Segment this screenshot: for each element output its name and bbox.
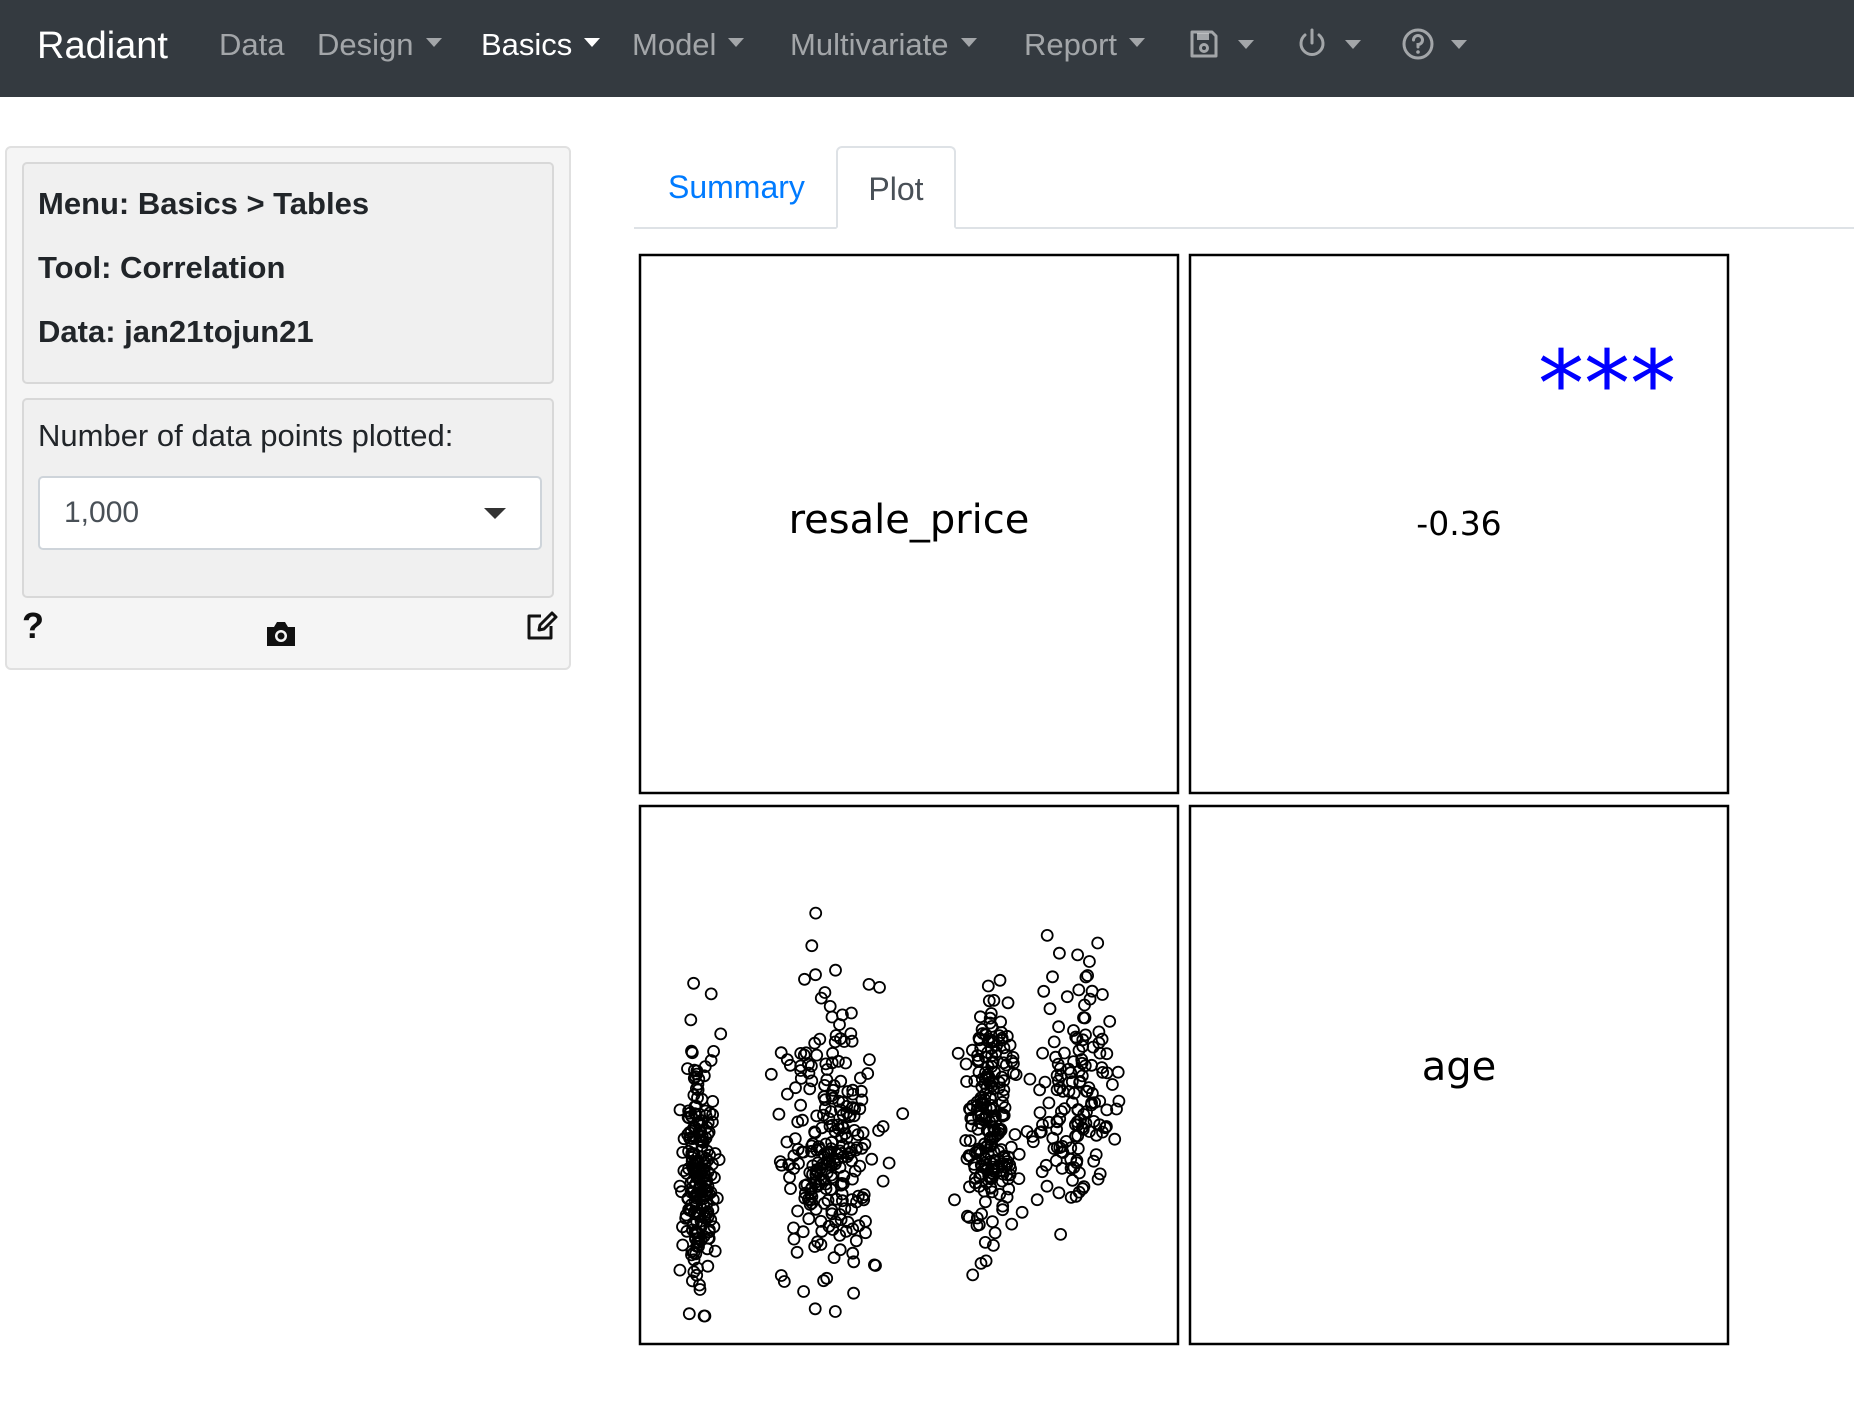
- brand-logo[interactable]: Radiant: [37, 0, 168, 97]
- options-well: Number of data points plotted: 1,000: [22, 398, 554, 598]
- chevron-down-icon: [584, 38, 601, 48]
- nav-power[interactable]: [1295, 24, 1361, 64]
- tool-name: Tool: Correlation: [38, 250, 286, 285]
- nav-save[interactable]: [1188, 24, 1254, 64]
- help-icon[interactable]: ?: [22, 606, 44, 646]
- result-tabs: Summary Plot: [634, 146, 1854, 229]
- correlation-plot: resale_price age -0.36 ***: [634, 248, 1854, 1416]
- chevron-down-icon: [1345, 39, 1361, 49]
- significance-stars: ***: [1538, 331, 1676, 438]
- points-select[interactable]: 1,000: [38, 476, 542, 550]
- tab-plot[interactable]: Plot: [836, 146, 956, 229]
- correlation-matrix-svg: resale_price age -0.36 ***: [638, 253, 1730, 1346]
- chevron-down-icon: [1238, 39, 1254, 49]
- correlation-value: -0.36: [1416, 504, 1501, 543]
- menu-path: Menu: Basics > Tables: [38, 186, 370, 221]
- dataset-name: Data: jan21tojun21: [38, 314, 314, 349]
- nav-multivariate[interactable]: Multivariate: [790, 0, 977, 97]
- chevron-down-icon: [1451, 39, 1467, 49]
- edit-icon[interactable]: [525, 608, 559, 647]
- camera-icon[interactable]: [264, 620, 298, 653]
- sidebar-panel: Menu: Basics > Tables Tool: Correlation …: [5, 146, 571, 670]
- tab-summary[interactable]: Summary: [668, 146, 805, 229]
- variable-label-resale-price: resale_price: [789, 497, 1030, 543]
- points-select-value: 1,000: [64, 496, 140, 529]
- chevron-down-icon: [484, 508, 506, 519]
- info-well: Menu: Basics > Tables Tool: Correlation …: [22, 162, 554, 384]
- variable-label-age: age: [1422, 1044, 1497, 1090]
- nav-help[interactable]: [1401, 24, 1467, 64]
- nav-report[interactable]: Report: [1024, 0, 1146, 97]
- nav-basics[interactable]: Basics: [481, 0, 601, 97]
- chevron-down-icon: [728, 38, 745, 48]
- power-icon: [1299, 28, 1325, 56]
- chevron-down-icon: [960, 38, 977, 48]
- nav-model[interactable]: Model: [632, 0, 745, 97]
- chevron-down-icon: [1129, 38, 1146, 48]
- save-icon: [1190, 30, 1218, 58]
- help-circle-icon: [1402, 28, 1434, 60]
- top-navbar: Radiant Data Design Basics Model Multiva…: [0, 0, 1854, 97]
- points-label: Number of data points plotted:: [38, 418, 454, 453]
- nav-design[interactable]: Design: [317, 0, 442, 97]
- nav-data[interactable]: Data: [219, 0, 284, 97]
- chevron-down-icon: [425, 38, 442, 48]
